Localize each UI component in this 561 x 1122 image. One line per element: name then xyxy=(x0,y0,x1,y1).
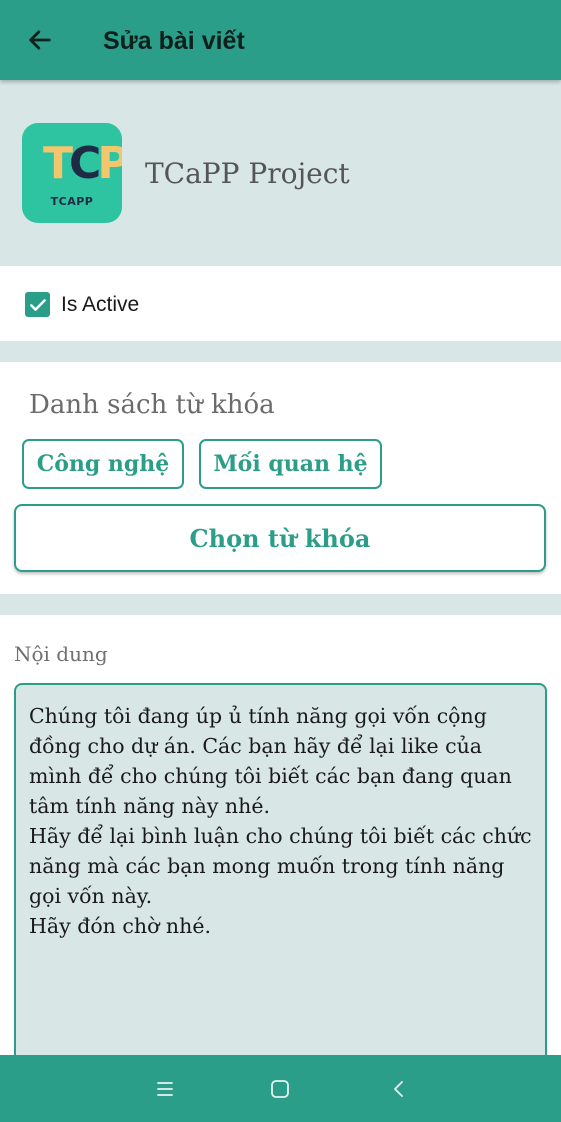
nav-home-button[interactable] xyxy=(264,1073,296,1105)
system-nav-bar xyxy=(0,1055,561,1122)
logo-caption: TCAPP xyxy=(50,195,94,208)
content-card: Nội dung Chúng tôi đang úp ủ tính năng g… xyxy=(0,615,561,1122)
choose-keyword-button[interactable]: Chọn từ khóa xyxy=(14,504,546,572)
menu-icon xyxy=(157,1082,173,1096)
logo-letters: TCP xyxy=(43,138,122,189)
keyword-chip-technology[interactable]: Công nghệ xyxy=(22,439,184,489)
edit-post-screen: Sửa bài viết TCP TCAPP TCaPP Project Is … xyxy=(0,0,561,1122)
top-app-bar: Sửa bài viết xyxy=(0,0,561,80)
project-name: TCaPP Project xyxy=(145,157,350,190)
content-text: Chúng tôi đang úp ủ tính năng gọi vốn cộ… xyxy=(29,704,532,938)
arrow-left-icon xyxy=(29,30,51,50)
is-active-label: Is Active xyxy=(61,293,140,316)
nav-menu-button[interactable] xyxy=(149,1073,181,1105)
page-title: Sửa bài viết xyxy=(103,27,245,55)
content-label: Nội dung xyxy=(14,642,108,666)
checkmark-icon xyxy=(29,298,46,311)
active-card: Is Active xyxy=(0,266,561,341)
keyword-list-title: Danh sách từ khóa xyxy=(29,390,275,420)
project-header: TCP TCAPP TCaPP Project xyxy=(0,80,561,266)
back-chevron-icon xyxy=(394,1081,403,1097)
project-logo: TCP TCAPP xyxy=(22,123,122,223)
keyword-chip-relationship[interactable]: Mối quan hệ xyxy=(199,439,382,489)
nav-back-button[interactable] xyxy=(383,1073,415,1105)
back-button[interactable] xyxy=(22,22,58,58)
is-active-checkbox[interactable] xyxy=(25,292,50,317)
home-square-icon xyxy=(271,1080,289,1098)
keyword-card: Danh sách từ khóa Công nghệ Mối quan hệ … xyxy=(0,362,561,594)
